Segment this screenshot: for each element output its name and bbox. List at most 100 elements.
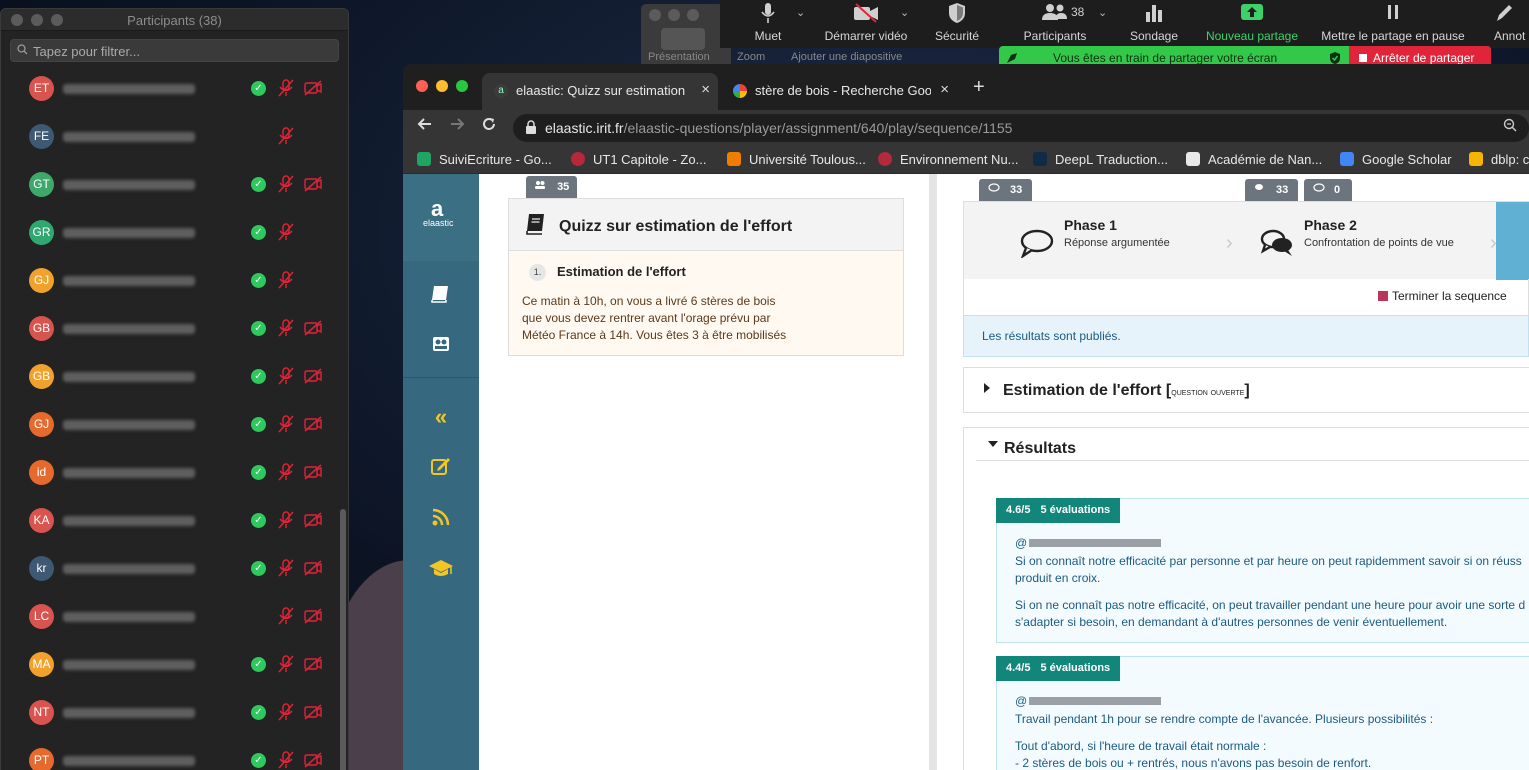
bookmark-item[interactable]: DeepL Traduction... (1033, 152, 1168, 167)
mic-muted-icon[interactable] (277, 702, 295, 722)
participant-row[interactable]: MA ✓ (1, 641, 337, 689)
question-type-tag: question ouverte (1171, 387, 1245, 398)
participant-row[interactable]: NT ✓ (1, 689, 337, 737)
participants-window: Participants (38) ET✓FEGT✓GR✓GJ✓GB✓GB✓GJ… (0, 8, 349, 770)
window-zoom-button[interactable] (687, 9, 699, 21)
mic-muted-icon[interactable] (277, 606, 295, 626)
window-zoom-button[interactable] (456, 80, 468, 92)
video-off-icon[interactable] (303, 607, 323, 625)
participants-filter-input[interactable] (33, 42, 333, 60)
mic-muted-icon[interactable] (277, 414, 295, 434)
start-video-button[interactable]: Démarrer vidéo (821, 2, 911, 43)
video-off-icon[interactable] (303, 319, 323, 337)
participants-search[interactable] (10, 39, 339, 62)
window-minimize-button[interactable] (436, 80, 448, 92)
mic-muted-icon[interactable] (277, 318, 295, 338)
zoom-icon[interactable] (1503, 118, 1517, 136)
participant-row[interactable]: id ✓ (1, 449, 337, 497)
video-off-icon[interactable] (303, 367, 323, 385)
end-sequence-link[interactable]: Terminer la sequence (1392, 289, 1507, 303)
video-off-icon[interactable] (303, 751, 323, 769)
participant-row[interactable]: ET ✓ (1, 65, 337, 113)
participant-row[interactable]: KA ✓ (1, 497, 337, 545)
score-badge: 4.6/5 5 évaluations (996, 498, 1121, 523)
window-close-button[interactable] (416, 80, 428, 92)
graduation-cap-icon[interactable] (403, 558, 479, 584)
mic-muted-icon[interactable] (277, 558, 295, 578)
mic-muted-icon[interactable] (277, 654, 295, 674)
participant-row[interactable]: GR ✓ (1, 209, 337, 257)
view-toggle-button[interactable] (661, 28, 705, 50)
tab-google-search[interactable]: stère de bois - Recherche Google × (721, 73, 957, 110)
phase3-step[interactable] (1496, 202, 1529, 280)
participant-row[interactable]: PT ✓ (1, 737, 337, 770)
bookmark-item[interactable]: Environnement Nu... (878, 152, 1019, 167)
question-accordion[interactable]: Estimation de l'effort [question ouverte… (963, 367, 1529, 413)
pause-share-button[interactable]: Mettre le partage en pause (1317, 2, 1469, 43)
close-tab-icon[interactable]: × (701, 81, 710, 98)
video-off-icon[interactable] (303, 175, 323, 193)
bookmark-item[interactable]: Université Toulous... (727, 152, 866, 167)
bookmark-item[interactable]: Académie de Nan... (1186, 152, 1322, 167)
participant-row[interactable]: GB ✓ (1, 353, 337, 401)
video-off-icon[interactable] (303, 703, 323, 721)
rss-icon[interactable] (403, 507, 479, 533)
mic-muted-icon[interactable] (277, 270, 295, 290)
mic-muted-icon[interactable] (277, 126, 295, 146)
participants-scrollbar[interactable] (340, 509, 346, 770)
new-share-button[interactable]: Nouveau partage (1203, 2, 1301, 43)
chevron-down-icon[interactable]: ⌄ (796, 6, 805, 19)
elaastic-logo[interactable]: a elaastic (403, 174, 479, 261)
check-icon: ✓ (251, 321, 266, 336)
bookmark-item[interactable]: UT1 Capitole - Zo... (571, 152, 706, 167)
mic-muted-icon[interactable] (277, 366, 295, 386)
annotate-button[interactable]: Annot (1494, 2, 1529, 43)
book-icon[interactable] (403, 284, 479, 310)
participant-row[interactable]: GJ ✓ (1, 401, 337, 449)
participant-row[interactable]: GJ ✓ (1, 257, 337, 305)
mic-muted-icon[interactable] (277, 750, 295, 770)
tab-elaastic[interactable]: a elaastic: Quizz sur estimation de l'ef… (482, 73, 718, 110)
window-minimize-button[interactable] (668, 9, 680, 21)
video-off-icon[interactable] (303, 559, 323, 577)
participant-row[interactable]: LC (1, 593, 337, 641)
results-header[interactable]: Résultats (976, 428, 1529, 461)
close-tab-icon[interactable]: × (940, 81, 949, 98)
edit-icon[interactable] (403, 456, 479, 482)
mic-muted-icon[interactable] (277, 78, 295, 98)
new-tab-icon[interactable]: + (973, 76, 985, 99)
reload-icon[interactable] (481, 116, 497, 137)
bookmark-item[interactable]: Google Scholar (1340, 152, 1452, 167)
back-icon[interactable] (417, 116, 433, 137)
bookmark-item[interactable]: SuiviEcriture - Go... (417, 152, 552, 167)
question-body: 1. Estimation de l'effort Ce matin à 10h… (509, 251, 903, 355)
collapse-icon[interactable]: « (403, 404, 479, 430)
video-off-icon[interactable] (303, 655, 323, 673)
panel-divider[interactable] (929, 174, 937, 770)
video-off-icon[interactable] (303, 415, 323, 433)
chevron-down-icon[interactable]: ⌄ (1098, 6, 1107, 19)
participant-row[interactable]: FE (1, 113, 337, 161)
url-field[interactable]: elaastic.irit.fr/elaastic-questions/play… (513, 114, 1529, 142)
video-off-icon[interactable] (303, 79, 323, 97)
pause-share-label: Mettre le partage en pause (1321, 29, 1465, 43)
participant-row[interactable]: kr ✓ (1, 545, 337, 593)
mic-muted-icon[interactable] (277, 510, 295, 530)
participant-row[interactable]: GB ✓ (1, 305, 337, 353)
window-close-button[interactable] (649, 9, 661, 21)
participant-row[interactable]: GT ✓ (1, 161, 337, 209)
video-off-icon[interactable] (303, 511, 323, 529)
chevron-down-icon[interactable]: ⌄ (900, 6, 909, 19)
forward-icon[interactable] (449, 116, 465, 137)
security-button[interactable]: Sécurité (932, 2, 982, 43)
mute-button[interactable]: Muet (754, 2, 782, 43)
mic-muted-icon[interactable] (277, 462, 295, 482)
mic-muted-icon[interactable] (277, 174, 295, 194)
users-icon[interactable] (403, 334, 479, 360)
bookmark-item[interactable]: dblp: c (1469, 152, 1529, 167)
mic-muted-icon[interactable] (277, 222, 295, 242)
drag-handle-icon[interactable] (1005, 51, 1019, 65)
poll-button[interactable]: Sondage (1128, 2, 1180, 43)
video-off-icon[interactable] (303, 463, 323, 481)
check-icon: ✓ (251, 657, 266, 672)
